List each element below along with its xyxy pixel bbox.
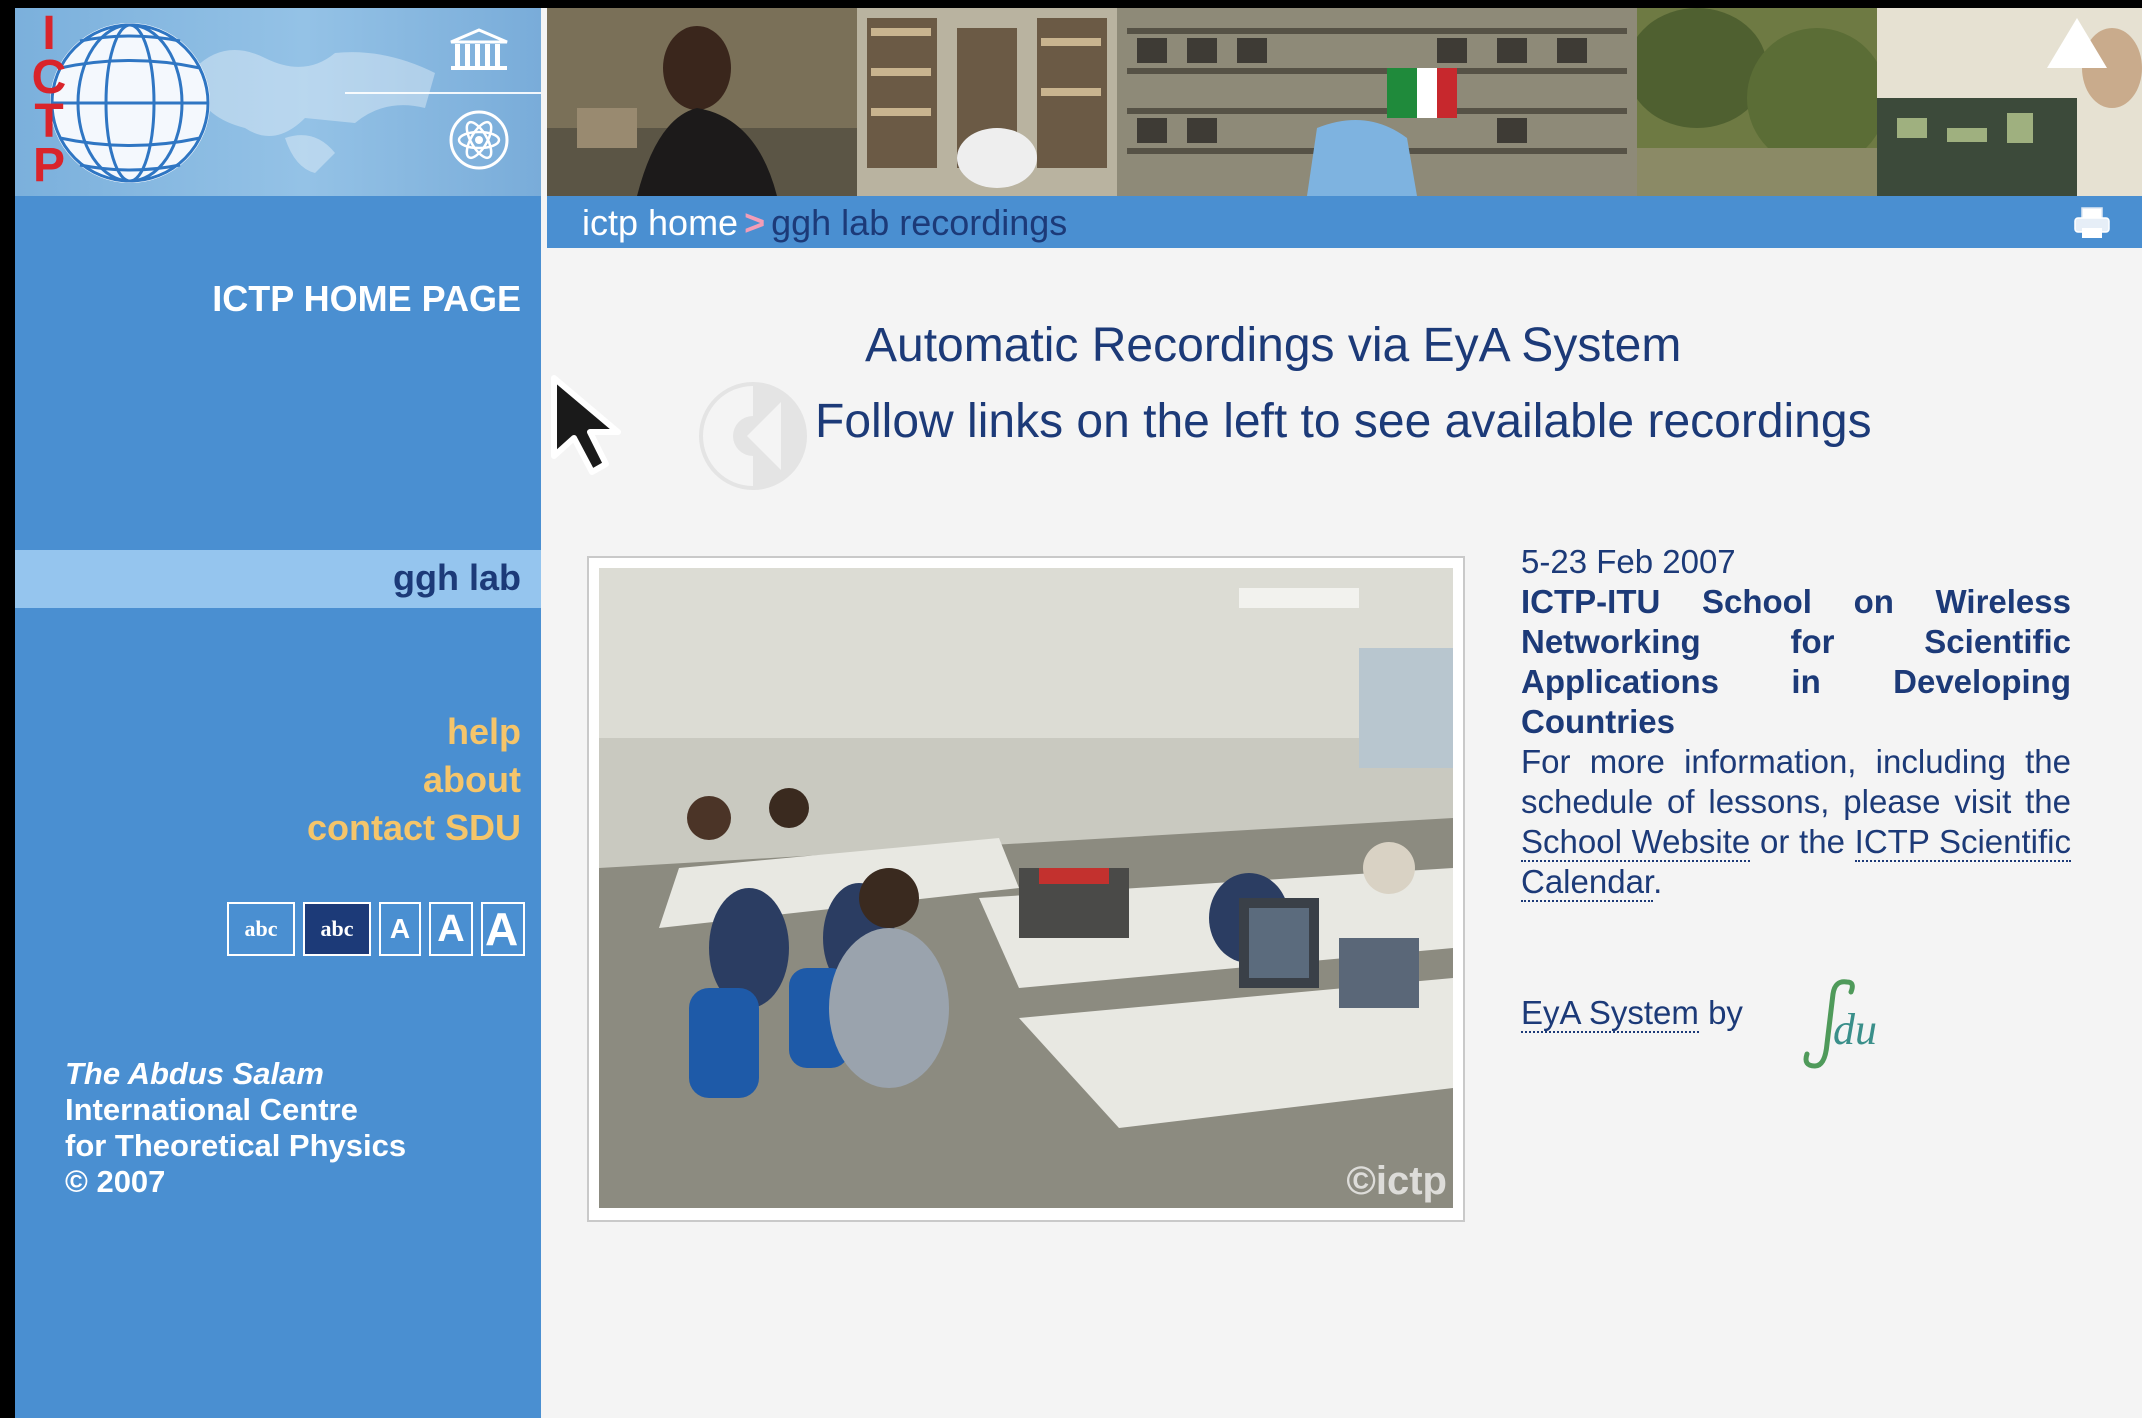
copyright-line-2: International Centre bbox=[65, 1092, 358, 1127]
normal-contrast-button[interactable]: abc bbox=[227, 902, 295, 956]
copyright-line-4: © 2007 bbox=[65, 1164, 166, 1199]
building-photo bbox=[1117, 8, 1637, 196]
classroom-photo-frame: ©ictp bbox=[587, 556, 1465, 1222]
sidebar-item-ggh-lab[interactable]: ggh lab bbox=[15, 550, 541, 608]
sdu-logo[interactable]: du bbox=[1785, 974, 1895, 1074]
iaea-icon[interactable] bbox=[447, 108, 511, 172]
more-info-middle: or the bbox=[1759, 823, 1845, 860]
logo-divider bbox=[345, 92, 541, 94]
classroom-image bbox=[599, 568, 1453, 1208]
breadcrumb-bar: ictp home > ggh lab recordings bbox=[547, 196, 2142, 248]
font-size-controls: abc abc A A A bbox=[227, 901, 525, 957]
eya-system-link[interactable]: EyA System bbox=[1521, 994, 1699, 1033]
cursor-icon bbox=[551, 375, 621, 475]
ictp-logo-letters: ICTP bbox=[31, 8, 67, 192]
sidebar: ICTP HOME PAGE ggh lab help about contac… bbox=[15, 196, 541, 1418]
breadcrumb-current: ggh lab recordings bbox=[771, 202, 1068, 243]
trees-photo bbox=[1637, 8, 1877, 196]
font-medium-button[interactable]: A bbox=[429, 902, 473, 956]
breadcrumb-home-link[interactable]: ictp home bbox=[582, 202, 738, 243]
more-info-prefix: For more information, including the sche… bbox=[1521, 743, 2071, 820]
breadcrumb-separator: > bbox=[744, 202, 766, 243]
classroom-photo: ©ictp bbox=[599, 568, 1453, 1208]
help-link[interactable]: help bbox=[307, 708, 521, 756]
page: ICTP ictp home > ggh lab recordings ICTP… bbox=[15, 8, 2142, 1418]
event-title: ICTP-ITU School on Wireless Networking f… bbox=[1521, 583, 2071, 740]
ictp-logo-banner[interactable]: ICTP bbox=[15, 8, 541, 196]
more-info-suffix: . bbox=[1653, 863, 1663, 900]
sdu-logo-text: du bbox=[1833, 1005, 1877, 1054]
print-icon[interactable] bbox=[2072, 206, 2112, 240]
font-large-button[interactable]: A bbox=[481, 902, 525, 956]
font-small-button[interactable]: A bbox=[379, 902, 421, 956]
sidebar-item-label[interactable]: ggh lab bbox=[393, 557, 521, 599]
school-website-link[interactable]: School Website bbox=[1521, 823, 1751, 862]
copyright-line-3: for Theoretical Physics bbox=[65, 1128, 407, 1163]
copyright-block: The Abdus Salam International Centre for… bbox=[65, 1056, 406, 1200]
eya-by-text: by bbox=[1708, 994, 1743, 1031]
page-instruction: Follow links on the left to see availabl… bbox=[815, 395, 1872, 448]
lab-photo bbox=[547, 8, 857, 196]
back-arrow-icon bbox=[699, 382, 807, 490]
sidebar-home-link[interactable]: ICTP HOME PAGE bbox=[212, 278, 521, 320]
unesco-icon[interactable] bbox=[447, 28, 511, 74]
world-map-graphic bbox=[195, 50, 435, 173]
library-photo bbox=[857, 8, 1117, 196]
high-contrast-button[interactable]: abc bbox=[303, 902, 371, 956]
contact-sdu-link[interactable]: contact SDU bbox=[307, 804, 521, 852]
sidebar-help-links: help about contact SDU bbox=[307, 708, 521, 852]
copyright-line-1: The Abdus Salam bbox=[65, 1056, 324, 1091]
about-link[interactable]: about bbox=[307, 756, 521, 804]
event-date: 5-23 Feb 2007 bbox=[1521, 543, 1736, 580]
header-photo-strip bbox=[547, 8, 2142, 196]
breadcrumb: ictp home > ggh lab recordings bbox=[582, 202, 1067, 244]
page-title: Automatic Recordings via EyA System bbox=[865, 319, 1682, 372]
electronics-photo bbox=[1877, 8, 2142, 196]
photo-credit: ©ictp bbox=[1346, 1159, 1447, 1203]
eya-credit: EyA System by bbox=[1521, 994, 1743, 1033]
event-info: 5-23 Feb 2007 ICTP-ITU School on Wireles… bbox=[1521, 542, 2072, 902]
event-more-info: For more information, including the sche… bbox=[1521, 742, 2072, 902]
